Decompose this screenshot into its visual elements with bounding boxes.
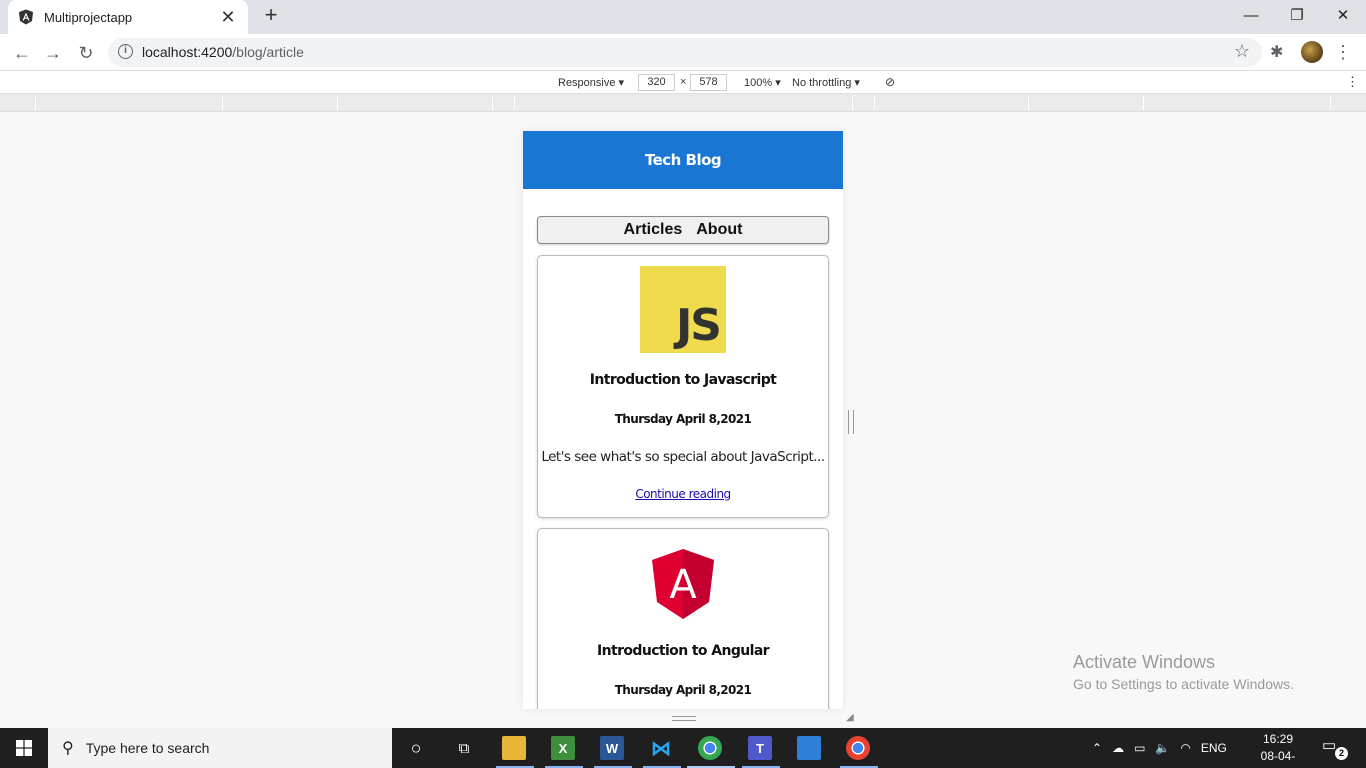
js-logo-text: JS [675, 300, 722, 351]
excel-icon[interactable]: X [551, 736, 575, 760]
browser-tab[interactable]: Multiprojectapp ✕ [8, 0, 248, 34]
battery-icon[interactable]: ▭ [1134, 741, 1145, 755]
profile-avatar[interactable] [1301, 41, 1323, 63]
taskbar-clock[interactable]: 16:29 08-04-2021 [1250, 731, 1306, 768]
address-bar[interactable]: i localhost:4200/blog/article ☆ [108, 38, 1262, 67]
zoom-label: 100% [744, 77, 773, 89]
throttling-select[interactable]: No throttling ▾ [792, 76, 860, 89]
resize-corner-icon[interactable]: ◢ [846, 712, 854, 723]
article-date: Thursday April 8,2021 [614, 412, 752, 426]
article-title: Introduction to Javascript [589, 372, 777, 388]
app-header: Tech Blog [523, 131, 843, 189]
taskbar-search[interactable]: ⚲ Type here to search [48, 728, 392, 768]
extensions-puzzle-icon[interactable]: ✱ [1270, 42, 1283, 62]
article-date: Thursday April 8,2021 [614, 683, 752, 697]
windows-taskbar: ⚲ Type here to search ○ ⧉ X W ⋈ T ⌃ ☁ ▭ … [0, 728, 1366, 768]
continue-reading-link[interactable]: Continue reading [635, 487, 731, 501]
browser-menu-icon[interactable]: ⋮ [1334, 40, 1352, 64]
volume-icon[interactable]: 🔈 [1155, 741, 1170, 755]
resize-height-handle[interactable] [672, 716, 696, 721]
browser-toolbar: ← → ↻ i localhost:4200/blog/article ☆ ✱ … [0, 34, 1366, 71]
angular-favicon-icon [18, 9, 34, 25]
width-input[interactable]: 320 [638, 74, 675, 91]
javascript-logo-icon: JS [640, 266, 726, 353]
app-nav: Articles About [537, 216, 829, 244]
windows-start-icon[interactable] [0, 728, 48, 768]
url-text[interactable]: localhost:4200/blog/article [142, 44, 304, 60]
chrome-icon[interactable] [846, 736, 870, 760]
nav-about-link[interactable]: About [696, 221, 742, 239]
height-input[interactable]: 578 [690, 74, 727, 91]
cortana-icon[interactable]: ○ [404, 736, 428, 760]
throttling-label: No throttling [792, 77, 852, 89]
article-title: Introduction to Angular [597, 643, 770, 659]
emulated-viewport: Tech Blog Articles About JS Introduction… [523, 131, 843, 709]
reload-icon[interactable]: ↻ [74, 41, 98, 65]
bookmark-star-icon[interactable]: ☆ [1234, 41, 1250, 62]
article-card: JS Introduction to Javascript Thursday A… [537, 255, 829, 518]
watermark-subtitle: Go to Settings to activate Windows. [1073, 676, 1294, 692]
device-label: Responsive [558, 77, 616, 89]
forward-arrow-icon[interactable]: → [41, 41, 65, 65]
media-query-ruler[interactable] [0, 94, 1366, 112]
notification-count: 2 [1335, 747, 1348, 760]
file-explorer-icon[interactable] [502, 736, 526, 760]
close-window-icon[interactable]: ✕ [1320, 0, 1366, 30]
device-menu-icon[interactable]: ⋮ [1346, 74, 1359, 90]
clock-time: 16:29 [1262, 732, 1294, 746]
url-host: localhost:4200 [142, 44, 233, 60]
task-view-icon[interactable]: ⧉ [452, 736, 476, 760]
tab-title: Multiprojectapp [44, 9, 133, 25]
site-info-icon[interactable]: i [118, 44, 133, 59]
tab-close-icon[interactable]: ✕ [218, 7, 238, 28]
system-tray: ⌃ ☁ ▭ 🔈 ◠ ENG [1092, 728, 1227, 768]
onedrive-icon[interactable]: ☁ [1112, 741, 1124, 755]
article-card: A Introduction to Angular Thursday April… [537, 528, 829, 709]
nav-articles-link[interactable]: Articles [624, 221, 683, 239]
wifi-icon[interactable]: ◠ [1180, 741, 1190, 755]
resize-width-handle[interactable] [848, 410, 854, 434]
language-indicator[interactable]: ENG [1201, 741, 1227, 755]
back-arrow-icon[interactable]: ← [10, 41, 34, 65]
notification-center-icon[interactable]: ▭ 2 [1322, 736, 1348, 760]
window-controls: — ❐ ✕ [1228, 0, 1366, 30]
device-toolbar: Responsive ▾ 320 × 578 100% ▾ No throttl… [0, 71, 1366, 94]
new-tab-icon[interactable]: + [260, 4, 282, 27]
rotate-icon[interactable]: ⊘ [885, 75, 895, 89]
photos-icon[interactable] [797, 736, 821, 760]
article-excerpt: Let's see what's so special about JavaSc… [541, 449, 825, 465]
zoom-select[interactable]: 100% ▾ [744, 76, 781, 89]
site-title: Tech Blog [644, 151, 722, 169]
restore-icon[interactable]: ❐ [1274, 0, 1320, 30]
tab-strip: Multiprojectapp ✕ + — ❐ ✕ [0, 0, 1366, 34]
angular-logo-text: A [669, 562, 697, 608]
url-path: /blog/article [232, 44, 304, 60]
angular-logo-icon: A [651, 548, 715, 620]
search-placeholder: Type here to search [85, 740, 210, 756]
chevron-up-icon[interactable]: ⌃ [1092, 741, 1102, 755]
activate-windows-watermark: Activate Windows Go to Settings to activ… [1073, 652, 1294, 692]
clock-date: 08-04-2021 [1260, 749, 1296, 768]
device-select[interactable]: Responsive ▾ [558, 76, 624, 89]
word-icon[interactable]: W [600, 736, 624, 760]
teams-icon[interactable]: T [748, 736, 772, 760]
watermark-title: Activate Windows [1073, 652, 1216, 672]
search-icon: ⚲ [62, 740, 74, 757]
vscode-icon[interactable]: ⋈ [649, 736, 673, 760]
dimension-separator: × [680, 76, 687, 88]
minimize-icon[interactable]: — [1228, 0, 1274, 30]
chrome-icon[interactable] [698, 736, 722, 760]
